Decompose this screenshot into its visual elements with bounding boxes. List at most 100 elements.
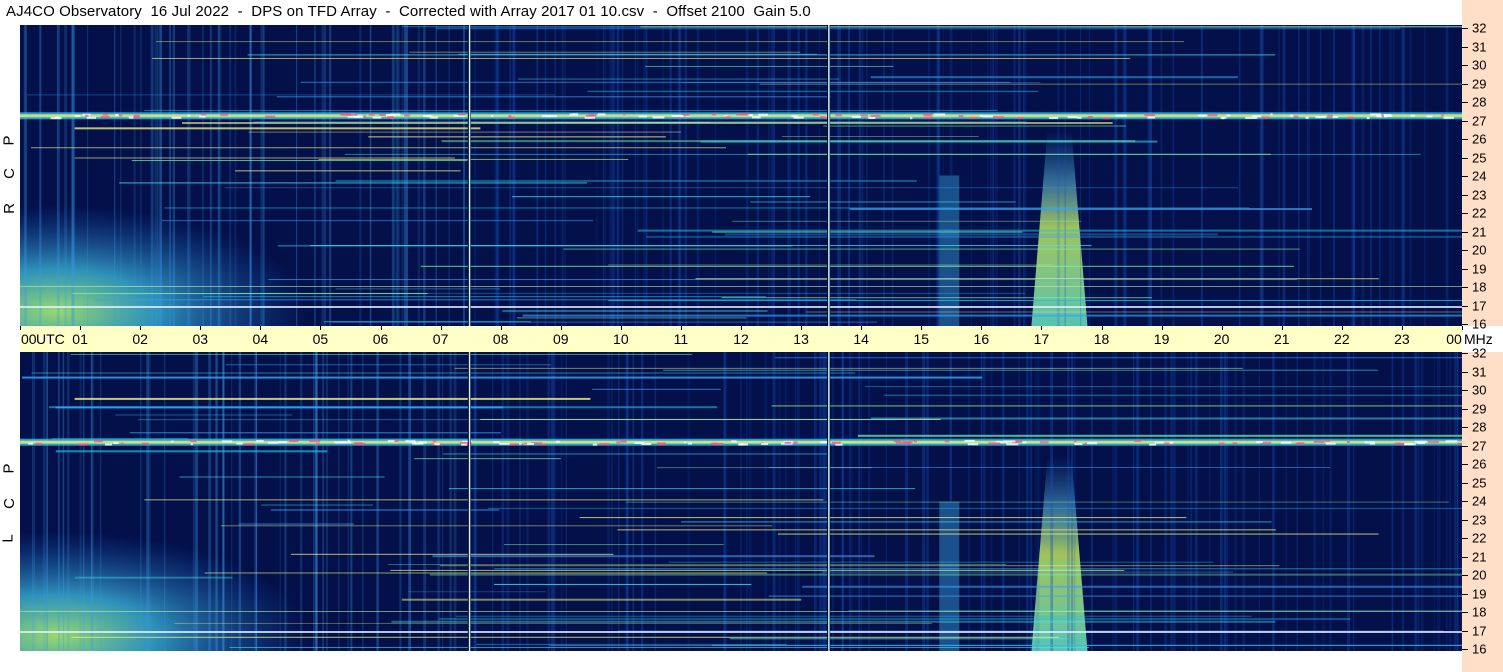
spectrogram-streak	[850, 352, 853, 651]
band-27mhz-speckle	[870, 114, 881, 117]
interference-line	[55, 406, 504, 409]
interference-line	[248, 131, 681, 133]
spectrogram-streak	[234, 25, 237, 326]
band-27mhz-speckle	[592, 443, 598, 446]
spectrogram-streak	[772, 25, 775, 326]
spectrogram-streak	[634, 25, 636, 326]
interference-line	[420, 265, 1294, 267]
freq-tick	[1462, 427, 1468, 428]
spectrogram-streak	[1080, 25, 1082, 326]
interference-line	[74, 157, 455, 159]
time-tick-label: 01	[72, 331, 88, 347]
spectrogram-streak	[1322, 352, 1325, 651]
interference-line	[608, 299, 1462, 301]
spectrogram-streak	[607, 352, 610, 651]
interference-line	[849, 208, 1312, 211]
spectrogram-streak	[990, 352, 993, 651]
time-tick-label: 17	[1033, 331, 1050, 347]
time-tick	[981, 326, 983, 330]
band-27mhz-speckle	[341, 113, 351, 116]
time-tick	[620, 326, 622, 330]
time-tick	[1341, 326, 1343, 330]
spectrogram-streak	[616, 25, 619, 326]
time-tick	[921, 326, 923, 330]
interference-line	[870, 417, 1462, 420]
spectrogram-streak	[1389, 25, 1392, 326]
spectrogram-streak	[195, 352, 198, 651]
time-tick-label: 04	[252, 331, 269, 347]
lcp-letter-c: C	[0, 498, 18, 509]
band-27mhz-speckle	[1256, 441, 1263, 444]
interference-line	[119, 182, 588, 184]
spectrogram-streak	[322, 352, 325, 651]
spectrogram-streak	[1114, 25, 1118, 326]
interference-line	[388, 563, 1007, 565]
interference-line	[235, 170, 461, 172]
freq-tick	[1462, 408, 1468, 410]
interference-line	[115, 414, 293, 416]
spectrogram-streak	[1437, 352, 1441, 651]
freq-tick-label: 20	[1472, 567, 1487, 583]
band-27mhz-speckle	[992, 116, 1004, 119]
spectrogram-streak	[823, 352, 826, 651]
band-27mhz-speckle	[1073, 439, 1077, 442]
freq-tick	[1462, 482, 1468, 484]
band-27mhz-speckle	[1385, 114, 1393, 117]
chart-title: AJ4CO Observatory 16 Jul 2022 - DPS on T…	[6, 3, 811, 20]
spectrogram-streak	[1283, 25, 1286, 326]
interference-line	[454, 367, 1243, 369]
band-27mhz-speckle	[387, 440, 395, 443]
interference-line	[203, 296, 766, 298]
time-marker	[828, 25, 830, 326]
band-27mhz-speckle	[1370, 113, 1382, 116]
interference-line	[30, 147, 727, 149]
spectrogram-streak	[1392, 25, 1395, 326]
interference-line	[663, 369, 1378, 371]
band-27mhz-speckle	[988, 442, 1001, 445]
spectrogram-streak	[831, 352, 834, 651]
interference-line	[592, 388, 721, 390]
interference-line	[449, 488, 916, 490]
freq-tick-label: 23	[1472, 512, 1487, 527]
band-27mhz-speckle	[519, 442, 522, 445]
interference-line	[617, 529, 1276, 531]
band-27mhz-speckle	[731, 440, 737, 443]
spectrogram-streak	[858, 352, 861, 651]
spectrogram-streak	[990, 25, 992, 326]
spectrogram-streak	[218, 25, 222, 326]
interference-line	[823, 125, 1127, 127]
spectrogram-streak	[654, 352, 657, 651]
spectrogram-streak	[995, 25, 998, 326]
interference-line	[407, 591, 546, 593]
spectrogram-streak	[300, 352, 303, 651]
spectrogram-streak	[1272, 352, 1275, 651]
band-27mhz-speckle	[1017, 117, 1025, 120]
band-27mhz-speckle	[423, 115, 432, 118]
spectrogram-streak	[120, 25, 122, 326]
spectrogram-streak	[1433, 352, 1435, 651]
band-27mhz-speckle	[432, 440, 437, 443]
spectrogram-streak	[399, 352, 402, 651]
band-27mhz-speckle	[958, 115, 964, 118]
spectrogram-streak	[1018, 352, 1020, 651]
freq-axis-bottom: 32 31 30 29 28 27 26 25 24 23 22 21 20 19 18 17 16	[1462, 346, 1503, 672]
spectrogram-streak	[927, 25, 930, 326]
band-27mhz-speckle	[1281, 441, 1292, 444]
interference-line	[332, 321, 878, 323]
interference-line	[781, 135, 979, 137]
band-27mhz-speckle	[1207, 114, 1218, 117]
interference-line	[20, 286, 1462, 287]
freq-tick	[1462, 593, 1468, 595]
spectrogram-streak	[942, 25, 944, 326]
interference-line	[494, 568, 1462, 570]
time-tick	[741, 326, 742, 330]
interference-line	[238, 523, 354, 525]
emission-faint	[939, 175, 960, 326]
band-27mhz-speckle	[379, 113, 386, 116]
spectrogram-streak	[609, 25, 612, 326]
band-27mhz-speckle	[128, 116, 134, 119]
spectrogram-streak	[99, 352, 102, 651]
freq-axis-top: 32 31 30 29 28 27 26 25 24 23 22 21 20 19 18 17 16	[1462, 0, 1503, 332]
interference-line	[131, 160, 468, 162]
interference-line	[857, 434, 1462, 437]
